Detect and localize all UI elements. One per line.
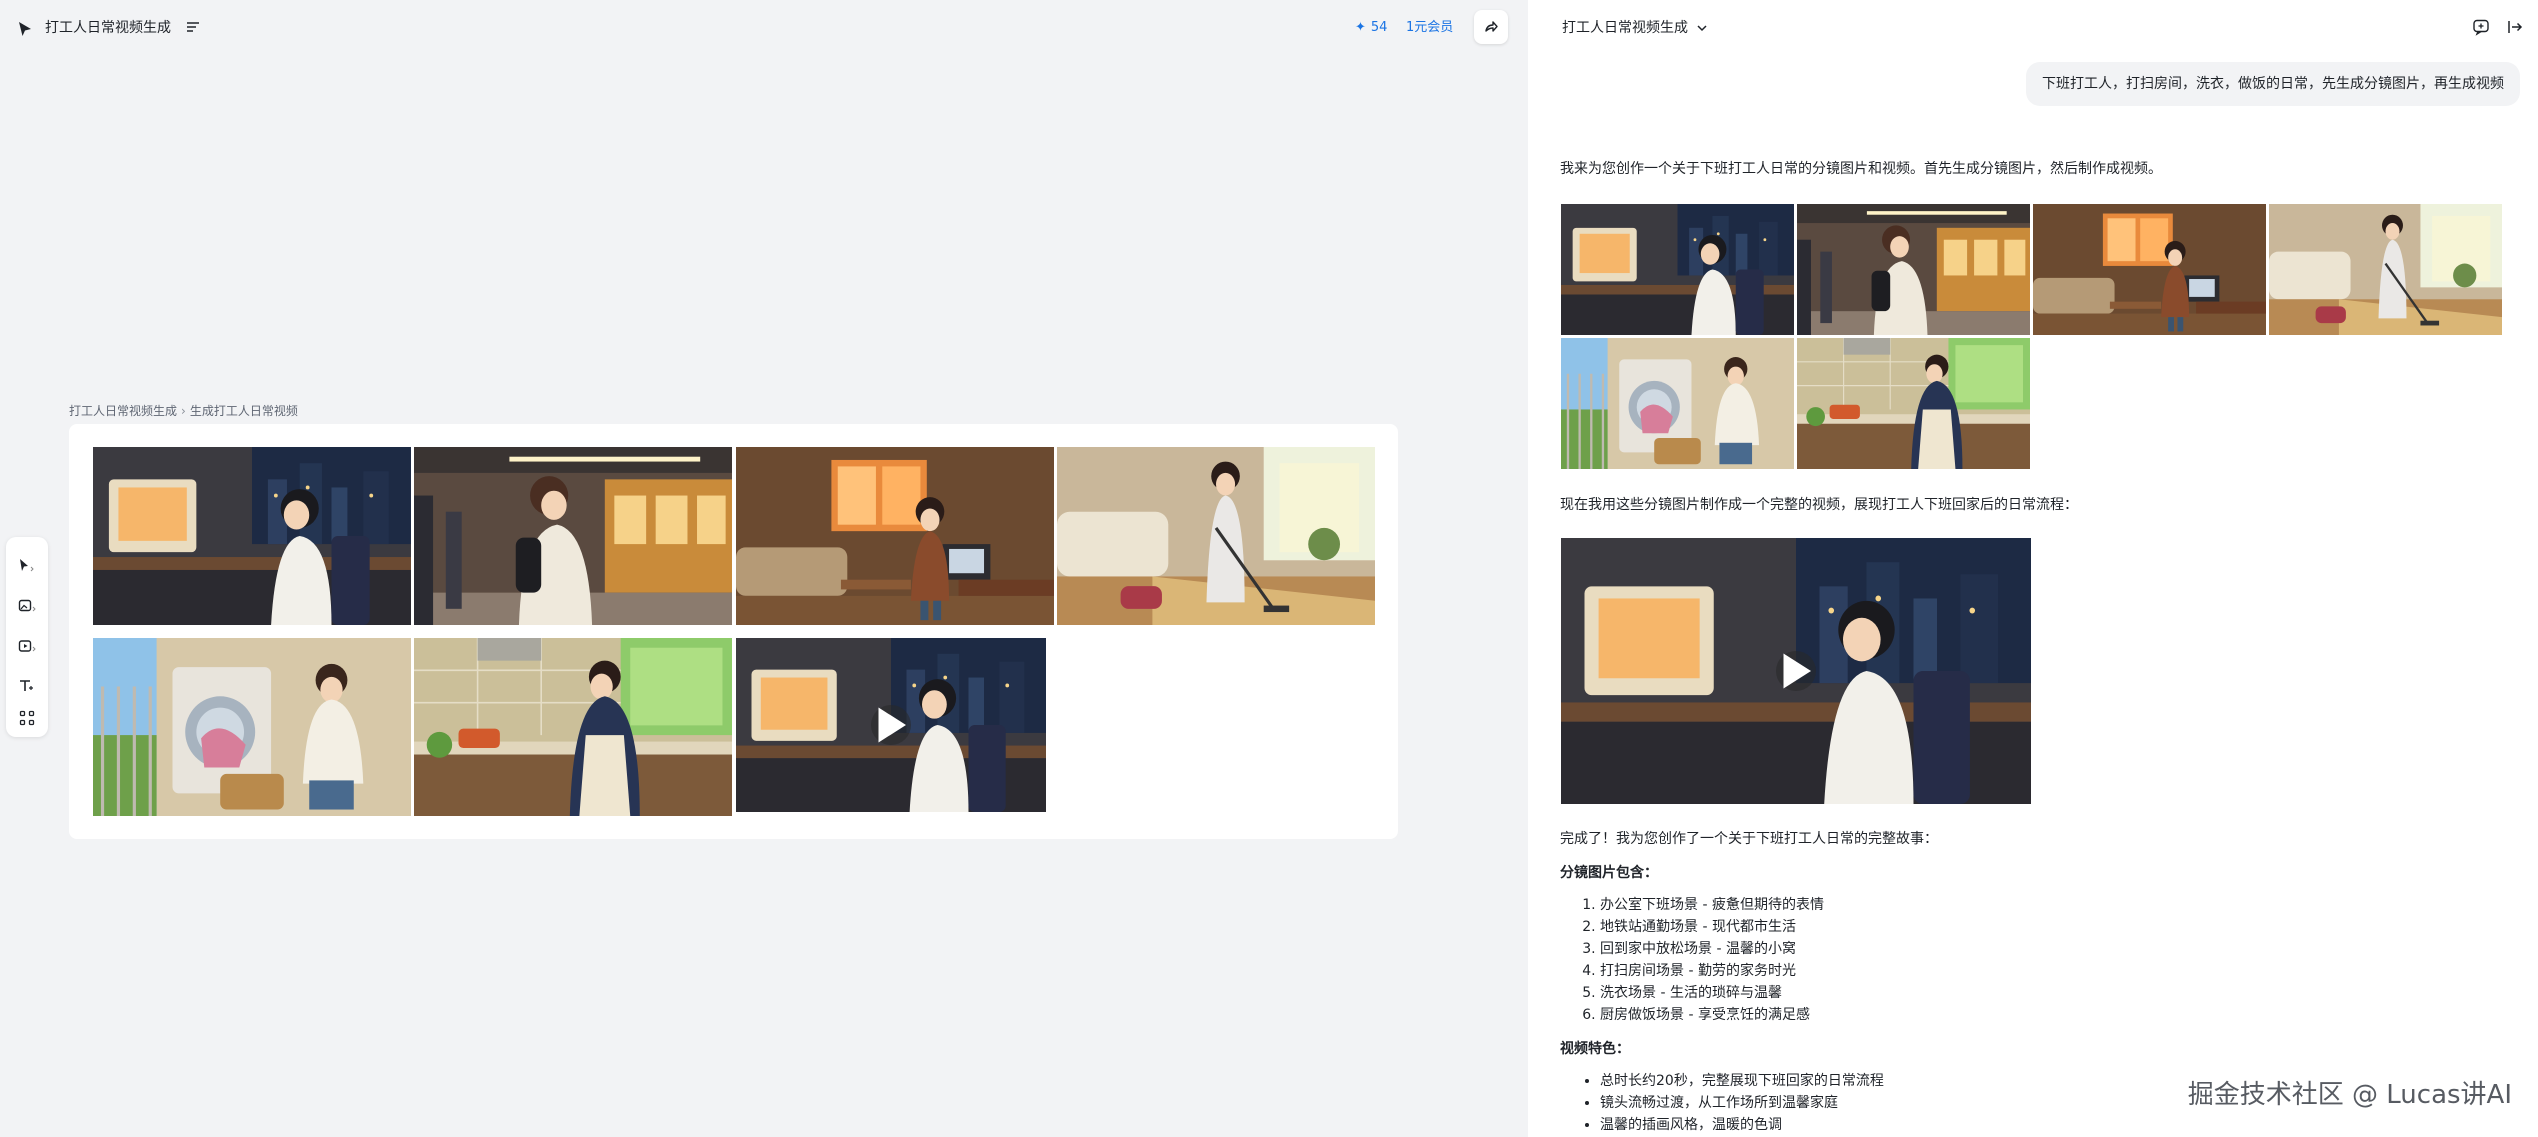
chat-title: 打工人日常视频生成 [1562,20,1688,36]
spark-icon: ✦ [1355,20,1366,35]
storyboard-list: 办公室下班场景 - 疲惫但期待的表情 地铁站通勤场景 - 现代都市生活 回到家中… [1560,894,1824,1026]
member-link[interactable]: 1元会员 [1406,18,1453,38]
chat-video-player[interactable] [1561,538,2031,804]
credits-count: 54 [1370,20,1388,35]
project-title[interactable]: 打工人日常视频生成 [45,18,171,38]
storyboard-image-kitchen[interactable] [414,638,732,816]
new-chat-icon[interactable] [2472,18,2490,36]
storyboard-heading: 分镜图片包含： [1560,865,1658,881]
canvas-topbar: 打工人日常视频生成 ✦ 54 1元会员 [0,0,1528,56]
chevron-down-icon [1697,25,1707,32]
chat-image-office[interactable] [1561,204,1794,335]
assistant-done: 完成了！我为您创作了一个关于下班打工人日常的完整故事： [1560,831,1938,847]
list-item: 厨房做饭场景 - 享受烹饪的满足感 [1600,1004,1824,1026]
share-icon [1485,21,1498,32]
storyboard-image-laundry[interactable] [93,638,411,816]
chat-image-living-room[interactable] [2033,204,2266,335]
watermark: 掘金技术社区 @ Lucas讲AI [2187,1080,2512,1110]
play-icon[interactable] [871,705,911,745]
image-add-icon [18,599,36,612]
storyboard-image-office[interactable] [93,447,411,625]
list-item: 打扫房间场景 - 勤劳的家务时光 [1600,960,1824,982]
tool-text[interactable] [6,669,48,703]
video-features-heading: 视频特色： [1560,1041,1630,1057]
assistant-video-intro: 现在我用这些分镜图片制作成一个完整的视频，展现打工人下班回家后的日常流程： [1560,497,2078,513]
frame-icon [19,710,35,726]
breadcrumb: 打工人日常视频生成 › 生成打工人日常视频 [69,402,298,420]
tool-frame[interactable] [6,701,48,735]
video-thumbnail[interactable] [736,638,1046,812]
chat-image-laundry[interactable] [1561,338,1794,469]
tool-video[interactable] [6,629,48,663]
video-add-icon [18,640,36,652]
text-icon [20,680,33,691]
chat-image-cleaning[interactable] [2269,204,2502,335]
breadcrumb-project[interactable]: 打工人日常视频生成 [69,404,177,418]
chat-panel: 打工人日常视频生成 下班打工人，打扫房间，洗衣，做饭的日常，先生成分镜图片，再生… [1528,0,2538,1137]
video-features-list: 总时长约20秒，完整展现下班回家的日常流程 镜头流畅过渡，从工作场所到温馨家庭 … [1560,1070,1884,1136]
cursor-icon [20,559,34,572]
chat-title-dropdown[interactable]: 打工人日常视频生成 [1562,18,1708,38]
chat-image-kitchen[interactable] [1797,338,2030,469]
list-item: 镜头流畅过渡，从工作场所到温馨家庭 [1600,1092,1884,1114]
list-item: 办公室下班场景 - 疲惫但期待的表情 [1600,894,1824,916]
tool-select[interactable] [6,549,48,583]
storyboard-board [69,424,1398,839]
share-button[interactable] [1474,10,1508,44]
app-logo-icon[interactable] [16,20,34,38]
list-item: 回到家中放松场景 - 温馨的小窝 [1600,938,1824,960]
breadcrumb-separator-icon: › [181,404,186,418]
list-item: 洗衣场景 - 生活的琐碎与温馨 [1600,982,1824,1004]
tool-image[interactable] [6,589,48,623]
storyboard-image-living-room[interactable] [736,447,1054,625]
chat-image-subway[interactable] [1797,204,2030,335]
list-item: 温馨的插画风格，温暖的色调 [1600,1114,1884,1136]
breadcrumb-current[interactable]: 生成打工人日常视频 [190,404,298,418]
list-item: 总时长约20秒，完整展现下班回家的日常流程 [1600,1070,1884,1092]
chat-header: 打工人日常视频生成 [1528,0,2538,56]
credits-badge[interactable]: ✦ 54 [1355,18,1387,38]
canvas-panel: 打工人日常视频生成 ✦ 54 1元会员 打工人日常视频生成 › 生成打工人日常视… [0,0,1528,1137]
canvas-toolbar [6,537,48,737]
assistant-intro: 我来为您创作一个关于下班打工人日常的分镜图片和视频。首先生成分镜图片，然后制作成… [1560,161,2162,177]
menu-icon[interactable] [186,20,200,34]
play-icon[interactable] [1776,651,1816,691]
collapse-panel-icon[interactable] [2506,18,2524,36]
list-item: 地铁站通勤场景 - 现代都市生活 [1600,916,1824,938]
storyboard-image-subway[interactable] [414,447,732,625]
user-message: 下班打工人，打扫房间，洗衣，做饭的日常，先生成分镜图片，再生成视频 [2026,62,2520,106]
storyboard-image-cleaning[interactable] [1057,447,1375,625]
